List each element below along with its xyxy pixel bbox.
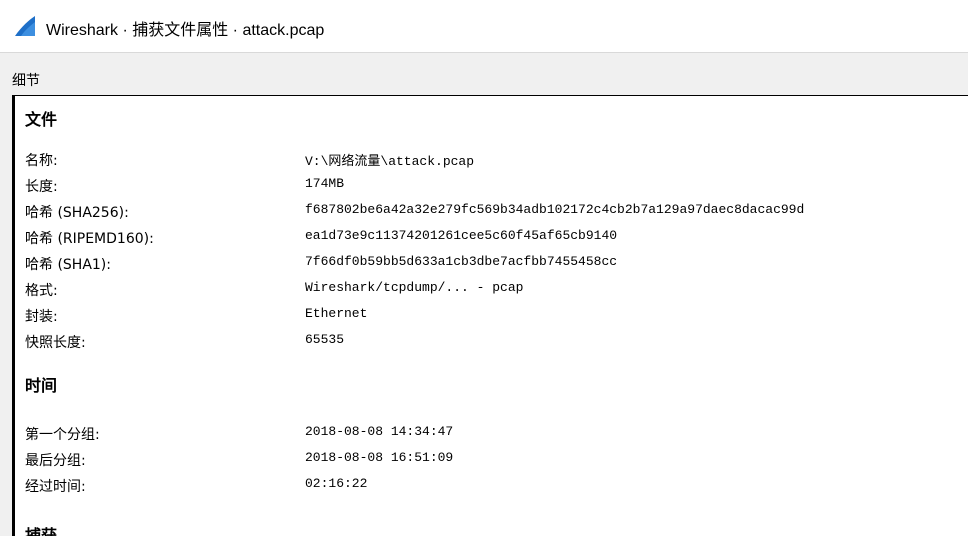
capture-file-properties-window: Wireshark · 捕获文件属性 · attack.pcap 细节 文件 名… bbox=[0, 0, 968, 536]
row-label: 哈希 (SHA1): bbox=[25, 257, 111, 273]
info-row: 快照长度: 65535 bbox=[25, 332, 955, 352]
row-value: V:\网络流量\attack.pcap bbox=[305, 154, 475, 169]
row-value: 65535 bbox=[305, 332, 345, 347]
row-label: 长度: bbox=[25, 179, 58, 195]
row-value: 02:16:22 bbox=[305, 476, 368, 491]
row-label: 第一个分组: bbox=[25, 427, 100, 443]
row-label: 格式: bbox=[25, 283, 58, 299]
info-row: 长度: 174MB bbox=[25, 176, 955, 196]
info-row: 第一个分组: 2018-08-08 14:34:47 bbox=[25, 424, 955, 444]
row-label: 封装: bbox=[25, 309, 58, 325]
details-panel[interactable]: 文件 名称: V:\网络流量\attack.pcap 长度: 174MB 哈希 … bbox=[12, 95, 968, 536]
row-value: 174MB bbox=[305, 176, 345, 191]
row-label: 最后分组: bbox=[25, 453, 86, 469]
info-row: 格式: Wireshark/tcpdump/... - pcap bbox=[25, 280, 955, 300]
row-label: 哈希 (SHA256): bbox=[25, 205, 129, 221]
wireshark-fin-icon bbox=[15, 16, 35, 36]
info-row: 哈希 (SHA256): f687802be6a42a32e279fc569b3… bbox=[25, 202, 955, 222]
panel-edge bbox=[13, 96, 15, 536]
row-value: 2018-08-08 14:34:47 bbox=[305, 424, 454, 439]
row-value: Wireshark/tcpdump/... - pcap bbox=[305, 280, 524, 295]
row-label: 经过时间: bbox=[25, 479, 86, 495]
section-heading-file: 文件 bbox=[25, 110, 58, 129]
info-row: 哈希 (SHA1): 7f66df0b59bb5d633a1cb3dbe7acf… bbox=[25, 254, 955, 274]
window-title: Wireshark · 捕获文件属性 · attack.pcap bbox=[46, 22, 325, 39]
details-label: 细节 bbox=[12, 73, 40, 89]
info-row: 经过时间: 02:16:22 bbox=[25, 476, 955, 496]
info-row: 哈希 (RIPEMD160): ea1d73e9c11374201261cee5… bbox=[25, 228, 955, 248]
row-label: 哈希 (RIPEMD160): bbox=[25, 231, 154, 247]
info-row: 封装: Ethernet bbox=[25, 306, 955, 326]
section-heading-time: 时间 bbox=[25, 376, 58, 395]
row-label: 快照长度: bbox=[25, 335, 86, 351]
info-row: 名称: V:\网络流量\attack.pcap bbox=[25, 150, 955, 170]
row-label: 名称: bbox=[25, 153, 58, 169]
section-heading-capture: 捕获 bbox=[25, 526, 58, 536]
row-value: 7f66df0b59bb5d633a1cb3dbe7acfbb7455458cc bbox=[305, 254, 618, 269]
info-row: 最后分组: 2018-08-08 16:51:09 bbox=[25, 450, 955, 470]
row-value: Ethernet bbox=[305, 306, 368, 321]
row-value: f687802be6a42a32e279fc569b34adb102172c4c… bbox=[305, 202, 805, 217]
row-value: 2018-08-08 16:51:09 bbox=[305, 450, 454, 465]
row-value: ea1d73e9c11374201261cee5c60f45af65cb9140 bbox=[305, 228, 618, 243]
title-bar[interactable]: Wireshark · 捕获文件属性 · attack.pcap bbox=[0, 0, 968, 53]
